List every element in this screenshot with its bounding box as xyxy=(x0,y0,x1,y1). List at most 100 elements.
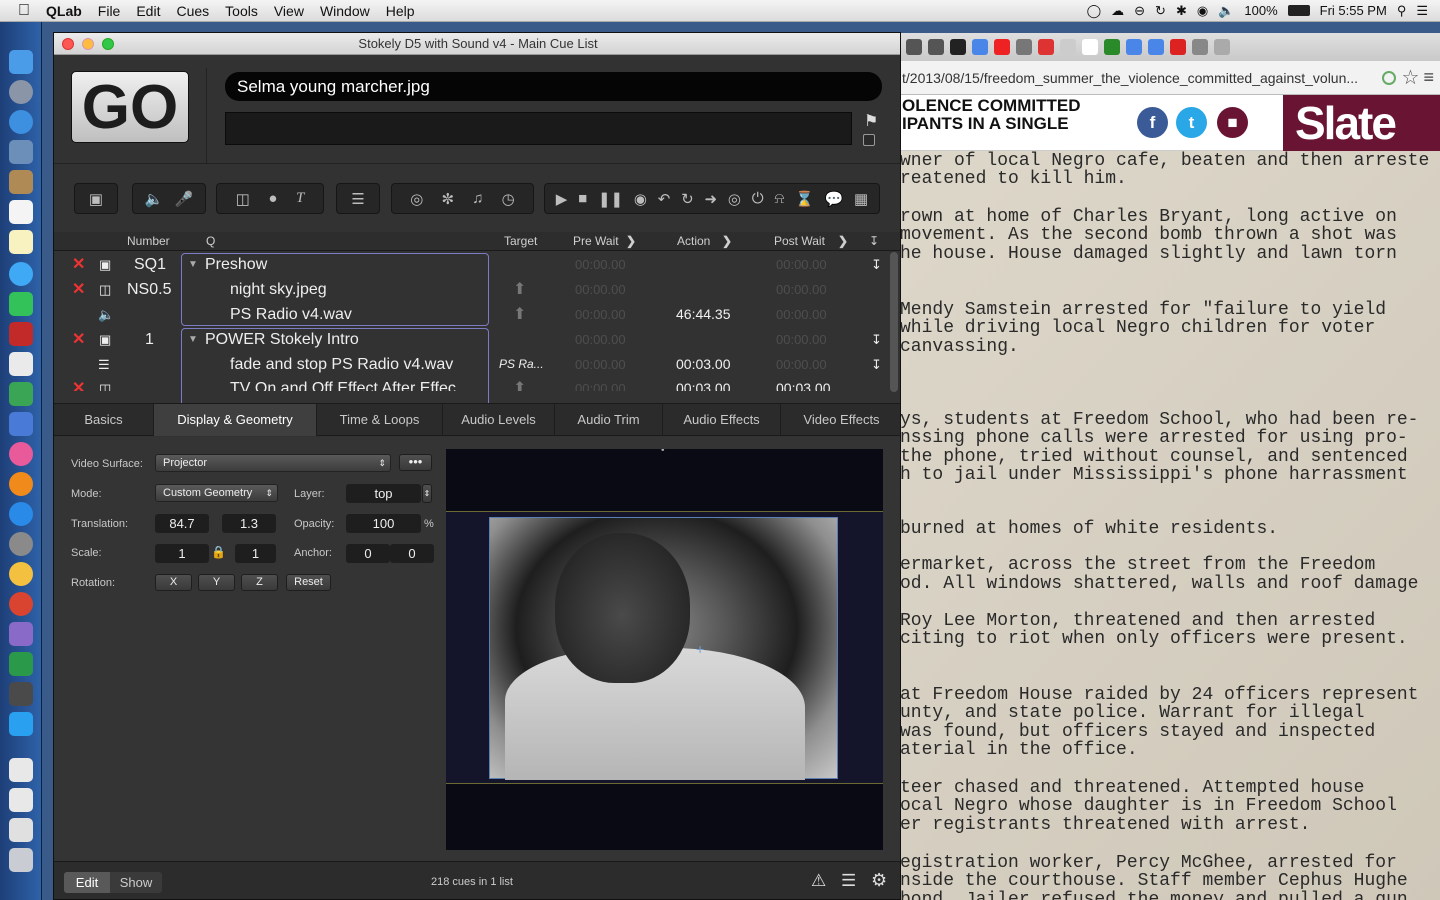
spotlight-icon[interactable]: ⚲ xyxy=(1397,3,1407,19)
cue-row[interactable]: ✕ ▣ SQ1 ▼ Preshow 00:00.00 00:00.00 ↧ xyxy=(54,252,890,277)
apple-menu-icon[interactable]:  xyxy=(18,2,30,20)
bluetooth-icon[interactable]: ✱ xyxy=(1176,3,1187,19)
stop-cue-icon[interactable]: ■ xyxy=(578,190,587,207)
comment-icon[interactable]: ■ xyxy=(1217,107,1248,138)
notification-center-icon[interactable]: ☰ xyxy=(1416,3,1428,19)
tab-icon[interactable] xyxy=(1214,39,1230,55)
cloud-icon[interactable]: ☁ xyxy=(1111,3,1124,19)
itunes-icon[interactable] xyxy=(9,442,33,466)
keynote-icon[interactable] xyxy=(9,412,33,436)
tab-icon[interactable] xyxy=(1016,39,1032,55)
youtube-tab-icon[interactable] xyxy=(994,39,1010,55)
preview-icon[interactable] xyxy=(9,140,33,164)
launchpad-icon[interactable] xyxy=(9,80,33,104)
disclosure-triangle-icon[interactable]: ▼ xyxy=(188,252,198,277)
twitter-share-icon[interactable]: t xyxy=(1176,107,1207,138)
google-tab-icon[interactable] xyxy=(972,39,988,55)
pause-cue-icon[interactable]: ❚❚ xyxy=(598,190,623,208)
document-stack-icon[interactable] xyxy=(9,758,33,782)
apple-tab-icon[interactable] xyxy=(1192,39,1208,55)
cue-number[interactable]: 1 xyxy=(145,327,154,352)
group-cue-icon[interactable]: ▣ xyxy=(89,190,103,208)
css-tab-icon[interactable] xyxy=(1170,39,1186,55)
target-cue-icon[interactable]: ◎ xyxy=(728,190,741,208)
do-not-disturb-icon[interactable]: ⊖ xyxy=(1134,3,1145,19)
devamp-cue-icon[interactable]: ↻ xyxy=(681,190,694,208)
tab-icon[interactable] xyxy=(1038,39,1054,55)
bookmark-star-icon[interactable]: ☆ xyxy=(1402,65,1420,90)
continue-mode-icon[interactable]: ↧ xyxy=(869,234,879,248)
menu-cues[interactable]: Cues xyxy=(176,3,209,19)
slate-app-icon[interactable] xyxy=(9,652,33,676)
warning-icon[interactable]: ⚠ xyxy=(811,871,826,891)
photos-icon[interactable] xyxy=(9,562,33,586)
facebook-share-icon[interactable]: f xyxy=(1137,107,1168,138)
pre-wait[interactable]: 00:00.00 xyxy=(575,302,626,327)
settings-gear-icon[interactable]: ⚙ xyxy=(871,870,887,891)
tab-icon[interactable] xyxy=(1104,39,1120,55)
post-wait[interactable]: 00:00.00 xyxy=(776,302,827,327)
opacity-field[interactable]: 100 xyxy=(346,514,421,533)
column-action[interactable]: Action xyxy=(677,234,710,248)
layer-field[interactable]: top xyxy=(346,484,421,503)
video-surface-select[interactable]: Projector ⇕ xyxy=(155,454,391,472)
menu-view[interactable]: View xyxy=(274,3,304,19)
pre-wait[interactable]: 00:00.00 xyxy=(575,352,626,377)
action-duration[interactable]: 46:44.35 xyxy=(676,302,731,327)
cue-name[interactable]: fade and stop PS Radio v4.wav xyxy=(230,352,453,377)
extension-icon[interactable] xyxy=(1381,70,1396,85)
edit-mode-button[interactable]: Edit xyxy=(64,872,110,893)
text-cue-icon[interactable]: T xyxy=(296,190,304,207)
messages-icon[interactable] xyxy=(9,262,33,286)
cue-name[interactable]: POWER Stokely Intro xyxy=(205,327,359,352)
volume-icon[interactable]: 🔈 xyxy=(1218,3,1234,19)
pre-wait[interactable]: 00:00.00 xyxy=(575,327,626,352)
facetime-icon[interactable] xyxy=(9,292,33,316)
pre-wait[interactable]: 00:00.00 xyxy=(575,252,626,277)
pre-wait[interactable]: 00:00.00 xyxy=(575,377,626,391)
go-button[interactable]: GO xyxy=(71,71,189,143)
rotate-y-button[interactable]: Y xyxy=(198,574,235,591)
zoom-button[interactable] xyxy=(102,38,114,50)
rotate-x-button[interactable]: X xyxy=(155,574,192,591)
sync-icon[interactable]: ◯ xyxy=(1087,3,1102,19)
menu-icon[interactable]: ≡ xyxy=(1423,67,1434,88)
music-cue-icon[interactable]: ♫ xyxy=(472,190,483,207)
column-pre-wait[interactable]: Pre Wait xyxy=(573,234,619,248)
photo-booth-icon[interactable] xyxy=(9,322,33,346)
column-q[interactable]: Q xyxy=(206,234,215,248)
document-stack-2-icon[interactable] xyxy=(9,788,33,812)
tab-audio-levels[interactable]: Audio Levels xyxy=(443,404,555,436)
target-arrow-icon[interactable]: ⬆ xyxy=(513,277,526,302)
audio-cue-icon[interactable]: 🔈 xyxy=(145,190,164,208)
timecode-cue-icon[interactable]: ◷ xyxy=(502,190,515,208)
network-cue-icon[interactable]: ◎ xyxy=(410,190,423,208)
start-cue-icon[interactable]: ▶ xyxy=(556,190,568,208)
contacts-icon[interactable] xyxy=(9,170,33,194)
cue-name[interactable]: PS Radio v4.wav xyxy=(230,302,352,327)
battery-icon[interactable] xyxy=(1287,5,1310,16)
autoload-checkbox[interactable] xyxy=(863,134,875,146)
time-machine-icon[interactable]: ↻ xyxy=(1155,3,1166,19)
app-menu[interactable]: QLab xyxy=(46,3,82,19)
google-tab-icon[interactable] xyxy=(1148,39,1164,55)
goto-cue-icon[interactable]: ➜ xyxy=(704,190,717,208)
wait-cue-icon[interactable]: ⌛ xyxy=(795,190,814,208)
tab-icon[interactable] xyxy=(928,39,944,55)
sublime-icon[interactable] xyxy=(9,682,33,706)
trash-icon[interactable] xyxy=(9,848,33,872)
notes-icon[interactable] xyxy=(9,230,33,254)
memo-cue-icon[interactable]: 💬 xyxy=(825,190,844,208)
textedit-icon[interactable] xyxy=(9,352,33,376)
drag-handle-icon[interactable]: • xyxy=(661,449,665,456)
cue-name[interactable]: TV On and Off Effect After Effec... xyxy=(230,377,469,391)
close-button[interactable] xyxy=(62,38,74,50)
tab-icon[interactable] xyxy=(906,39,922,55)
script-cue-icon[interactable]: ▦ xyxy=(854,190,868,208)
clock[interactable]: Fri 5:55 PM xyxy=(1320,3,1387,18)
disarm-cue-icon[interactable]: ⍾ xyxy=(774,190,784,207)
tab-time-loops[interactable]: Time & Loops xyxy=(317,404,443,436)
safari-icon[interactable] xyxy=(9,110,33,134)
twitter-icon[interactable] xyxy=(9,712,33,736)
tab-basics[interactable]: Basics xyxy=(54,404,154,436)
